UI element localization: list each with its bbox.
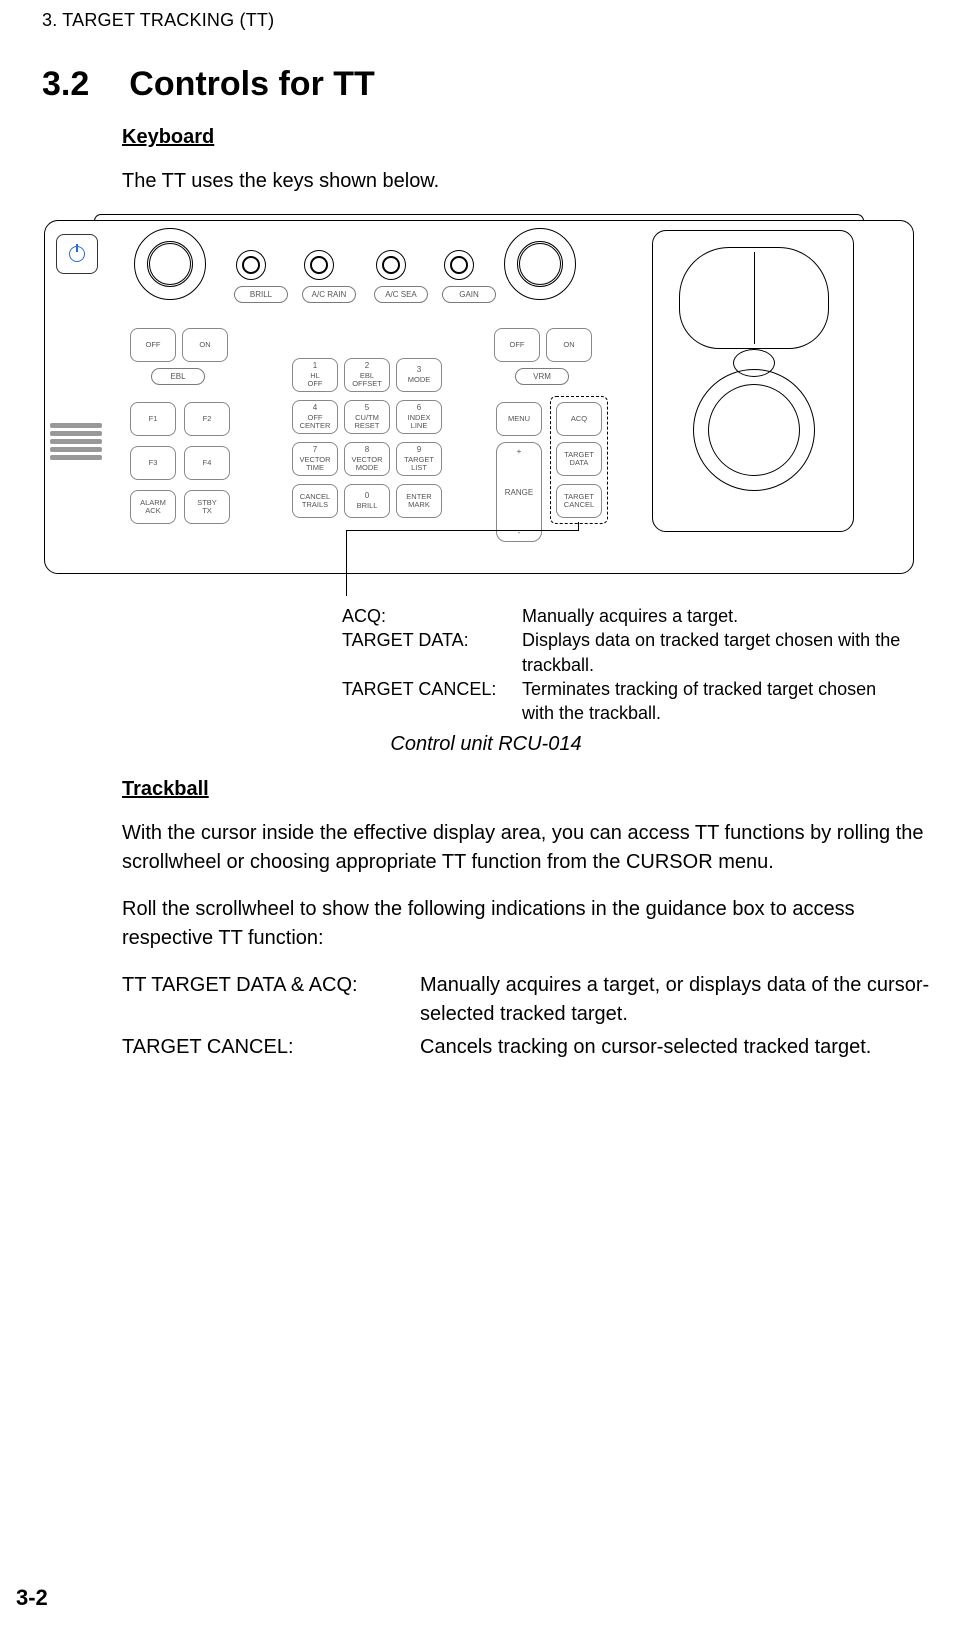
label-ac-rain: A/C RAIN	[302, 286, 356, 303]
key-enter-mark[interactable]: ENTERMARK	[396, 484, 442, 518]
key-9-n: 9	[417, 446, 421, 454]
key-enter-l2: MARK	[408, 501, 430, 509]
trackball-p2: Roll the scrollwheel to show the followi…	[122, 895, 930, 953]
key-stby-tx[interactable]: STBY TX	[184, 490, 230, 524]
callout-td-text: Displays data on tracked target chosen w…	[522, 628, 902, 677]
intro-keyboard: The TT uses the keys shown below.	[122, 167, 930, 196]
key-8-l2: MODE	[356, 464, 379, 472]
subheading-keyboard: Keyboard	[122, 126, 930, 149]
key-1-n: 1	[313, 362, 317, 370]
key-menu[interactable]: MENU	[496, 402, 542, 436]
key-8-n: 8	[365, 446, 369, 454]
key-0-n: 0	[365, 492, 369, 500]
range-plus: +	[517, 447, 522, 456]
figure-caption: Control unit RCU-014	[42, 733, 930, 756]
key-2-l2: OFFSET	[352, 380, 382, 388]
key-alarm-ack-l2: ACK	[145, 507, 160, 515]
key-f2[interactable]: F2	[184, 402, 230, 436]
range-label: RANGE	[505, 488, 533, 497]
section-number: 3.2	[42, 65, 89, 104]
key-cancel-trails[interactable]: CANCELTRAILS	[292, 484, 338, 518]
def-2-label: TARGET CANCEL:	[122, 1033, 402, 1062]
key-4-l2: CENTER	[300, 422, 331, 430]
key-9[interactable]: 9TARGETLIST	[396, 442, 442, 476]
trackball-p1: With the cursor inside the effective dis…	[122, 819, 930, 877]
label-brill: BRILL	[234, 286, 288, 303]
key-stby-tx-l2: TX	[202, 507, 212, 515]
key-range[interactable]: + RANGE -	[496, 442, 542, 542]
key-3-n: 3	[417, 366, 421, 374]
key-2-n: 2	[365, 362, 369, 370]
def-1-text: Manually acquires a target, or displays …	[420, 971, 930, 1029]
key-8[interactable]: 8VECTORMODE	[344, 442, 390, 476]
def-2-text: Cancels tracking on cursor-selected trac…	[420, 1033, 930, 1062]
leader-line-v	[346, 530, 347, 596]
key-3-l1: MODE	[408, 376, 431, 384]
section-title: Controls for TT	[129, 65, 375, 104]
leader-line-stub	[578, 522, 579, 531]
callout-td-label: TARGET DATA:	[342, 628, 512, 677]
key-6-l2: LINE	[411, 422, 428, 430]
subheading-trackball: Trackball	[122, 778, 930, 801]
label-ebl: EBL	[151, 368, 205, 385]
key-7-n: 7	[313, 446, 317, 454]
section-heading: 3.2 Controls for TT	[42, 65, 930, 104]
knob-ac-rain[interactable]: A/C RAIN	[302, 228, 336, 303]
key-5[interactable]: 5CU/TMRESET	[344, 400, 390, 434]
knob-large-left[interactable]	[134, 228, 204, 304]
knob-gain[interactable]: GAIN	[442, 228, 476, 303]
def-1-label: TT TARGET DATA & ACQ:	[122, 971, 402, 1029]
key-vrm-off[interactable]: OFF	[494, 328, 540, 362]
callout-acq-label: ACQ:	[342, 604, 512, 628]
label-ac-sea: A/C SEA	[374, 286, 428, 303]
control-panel-figure: BRILL A/C RAIN A/C SEA GAIN OFF ON EBL	[44, 214, 914, 574]
key-6-n: 6	[417, 404, 421, 412]
definitions: TT TARGET DATA & ACQ: Manually acquires …	[122, 971, 930, 1062]
key-4-n: 4	[313, 404, 317, 412]
label-gain: GAIN	[442, 286, 496, 303]
key-alarm-ack[interactable]: ALARM ACK	[130, 490, 176, 524]
running-head: 3. TARGET TRACKING (TT)	[42, 10, 930, 31]
key-f3[interactable]: F3	[130, 446, 176, 480]
knob-large-right[interactable]	[504, 228, 574, 304]
knob-ac-sea[interactable]: A/C SEA	[374, 228, 408, 303]
key-ebl-on[interactable]: ON	[182, 328, 228, 362]
key-0-l1: BRILL	[357, 502, 378, 510]
key-4[interactable]: 4OFFCENTER	[292, 400, 338, 434]
power-icon	[69, 246, 85, 262]
key-ebl-off[interactable]: OFF	[130, 328, 176, 362]
key-0[interactable]: 0 BRILL	[344, 484, 390, 518]
tt-keys-highlight	[550, 396, 608, 524]
power-button[interactable]	[56, 234, 98, 274]
callout-tc-text: Terminates tracking of tracked target ch…	[522, 677, 902, 726]
key-5-n: 5	[365, 404, 369, 412]
callout-block: ACQ: Manually acquires a target. TARGET …	[342, 604, 902, 725]
key-5-l2: RESET	[354, 422, 379, 430]
key-2[interactable]: 2EBLOFFSET	[344, 358, 390, 392]
key-3[interactable]: 3 MODE	[396, 358, 442, 392]
speaker-grille	[50, 420, 102, 463]
key-7-l2: TIME	[306, 464, 324, 472]
key-9-l2: LIST	[411, 464, 427, 472]
callout-tc-label: TARGET CANCEL:	[342, 677, 512, 726]
trackball-buttons[interactable]	[679, 247, 829, 349]
key-1-l2: OFF	[308, 380, 323, 388]
key-6[interactable]: 6INDEXLINE	[396, 400, 442, 434]
page-number: 3-2	[16, 1585, 48, 1611]
key-f1[interactable]: F1	[130, 402, 176, 436]
key-1[interactable]: 1HLOFF	[292, 358, 338, 392]
key-7[interactable]: 7VECTORTIME	[292, 442, 338, 476]
key-f4[interactable]: F4	[184, 446, 230, 480]
knob-brill[interactable]: BRILL	[234, 228, 268, 303]
trackball[interactable]	[693, 369, 815, 491]
callout-acq-text: Manually acquires a target.	[522, 604, 902, 628]
leader-line-h	[346, 530, 578, 531]
key-vrm-on[interactable]: ON	[546, 328, 592, 362]
label-vrm: VRM	[515, 368, 569, 385]
trackball-module	[644, 230, 854, 532]
key-cancel-l2: TRAILS	[302, 501, 328, 509]
